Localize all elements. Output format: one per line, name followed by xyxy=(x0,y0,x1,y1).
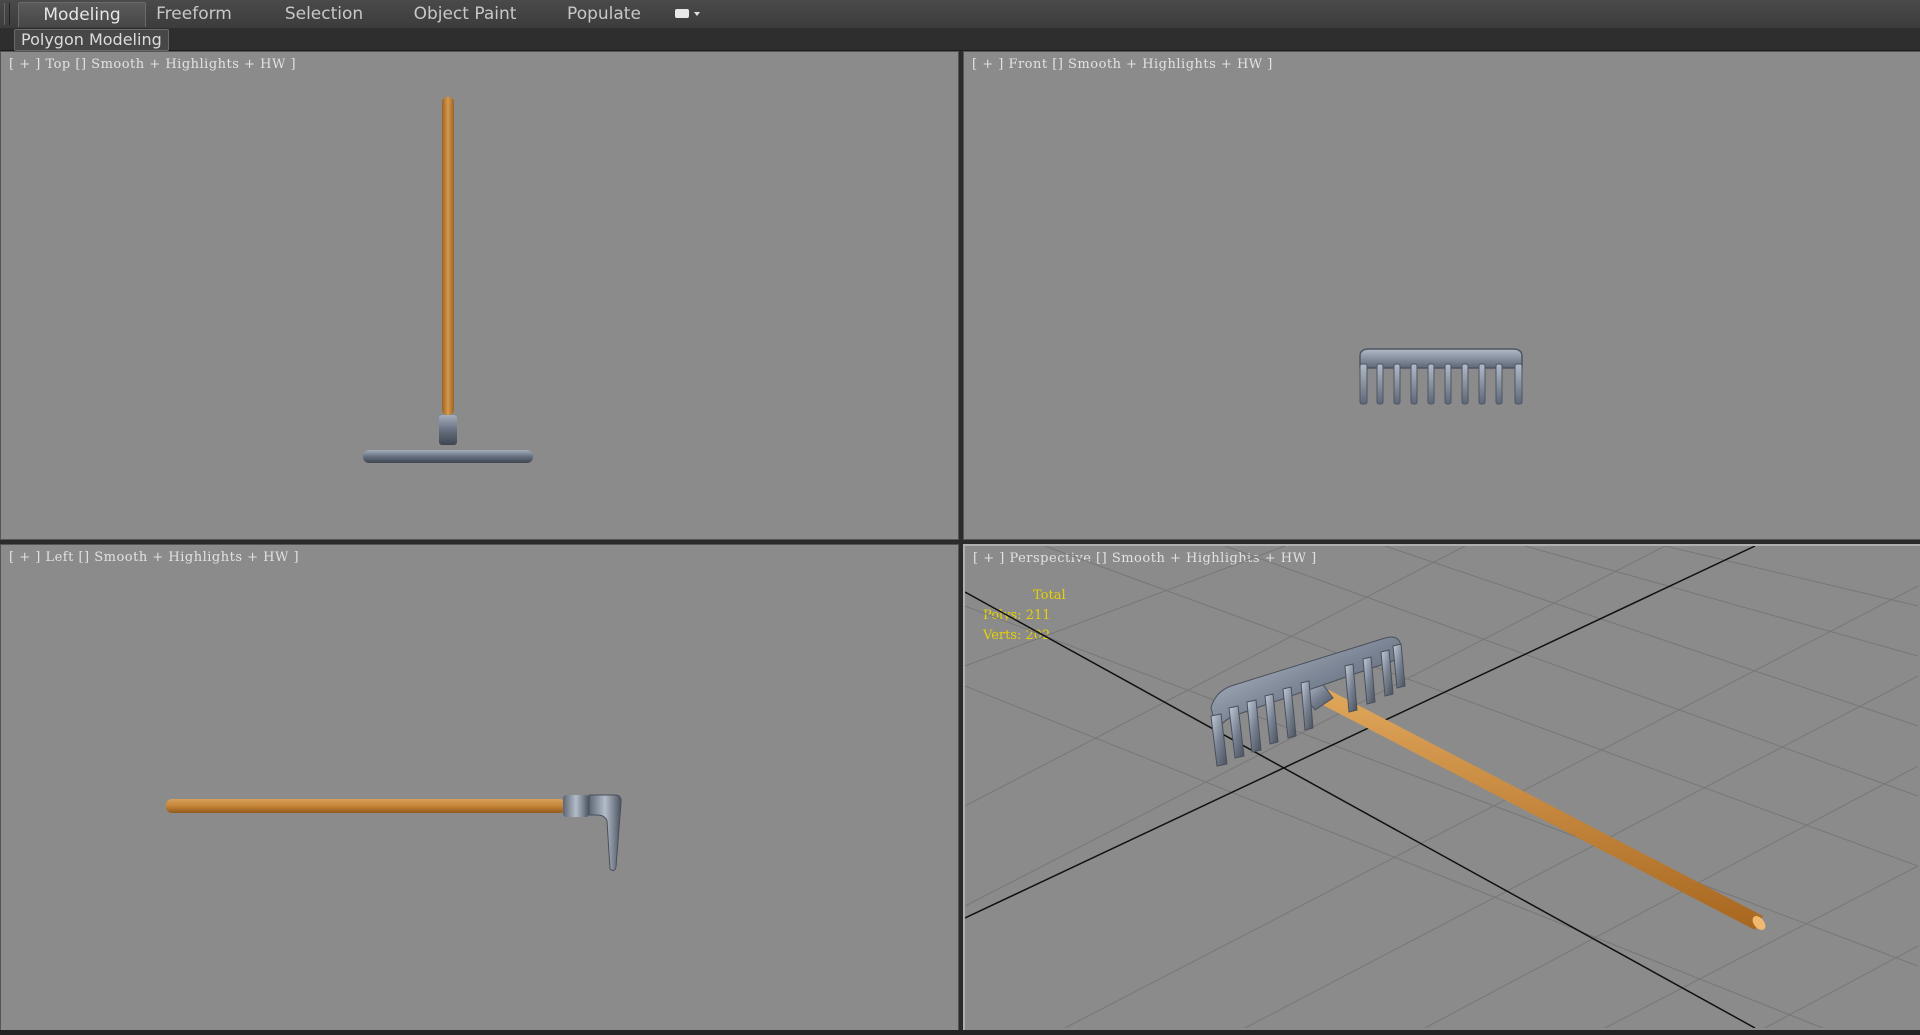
ribbon-options-icon[interactable] xyxy=(672,7,704,23)
rake-model-top[interactable] xyxy=(1,52,958,539)
viewport-perspective[interactable]: [ + ] Perspective [] Smooth + Highlights… xyxy=(963,544,1920,1034)
rake-head xyxy=(588,794,622,872)
rake-tines xyxy=(1359,363,1523,405)
viewport-left[interactable]: [ + ] Left [] Smooth + Highlights + HW ] xyxy=(0,544,959,1032)
tab-modeling[interactable]: Modeling xyxy=(18,2,146,27)
rake-collar xyxy=(563,795,589,817)
perspective-scene[interactable] xyxy=(965,546,1918,1028)
world-axes xyxy=(965,546,1756,1028)
viewport-front[interactable]: [ + ] Front [] Smooth + Highlights + HW … xyxy=(963,51,1920,540)
rake-handle xyxy=(442,97,454,415)
rake-handle xyxy=(1317,690,1766,930)
home-grid xyxy=(965,546,1918,1028)
tab-object-paint[interactable]: Object Paint xyxy=(412,2,518,26)
ribbon-grip[interactable] xyxy=(4,3,10,25)
rake-handle xyxy=(166,799,566,813)
rake-head xyxy=(363,450,533,463)
ribbon-tab-bar: Modeling Freeform Selection Object Paint… xyxy=(0,0,1920,29)
viewport-top[interactable]: [ + ] Top [] Smooth + Highlights + HW ] xyxy=(0,51,959,540)
rake-model-front[interactable] xyxy=(964,52,1920,539)
ribbon-panel-bar: Polygon Modeling xyxy=(0,28,1920,51)
tab-selection[interactable]: Selection xyxy=(278,2,370,26)
tab-populate[interactable]: Populate xyxy=(560,2,648,26)
status-strip xyxy=(0,1030,1920,1035)
tab-freeform[interactable]: Freeform xyxy=(148,2,240,26)
rake-collar xyxy=(439,415,457,445)
rake-model-left[interactable] xyxy=(1,545,958,1031)
polygon-modeling-button[interactable]: Polygon Modeling xyxy=(14,29,169,51)
